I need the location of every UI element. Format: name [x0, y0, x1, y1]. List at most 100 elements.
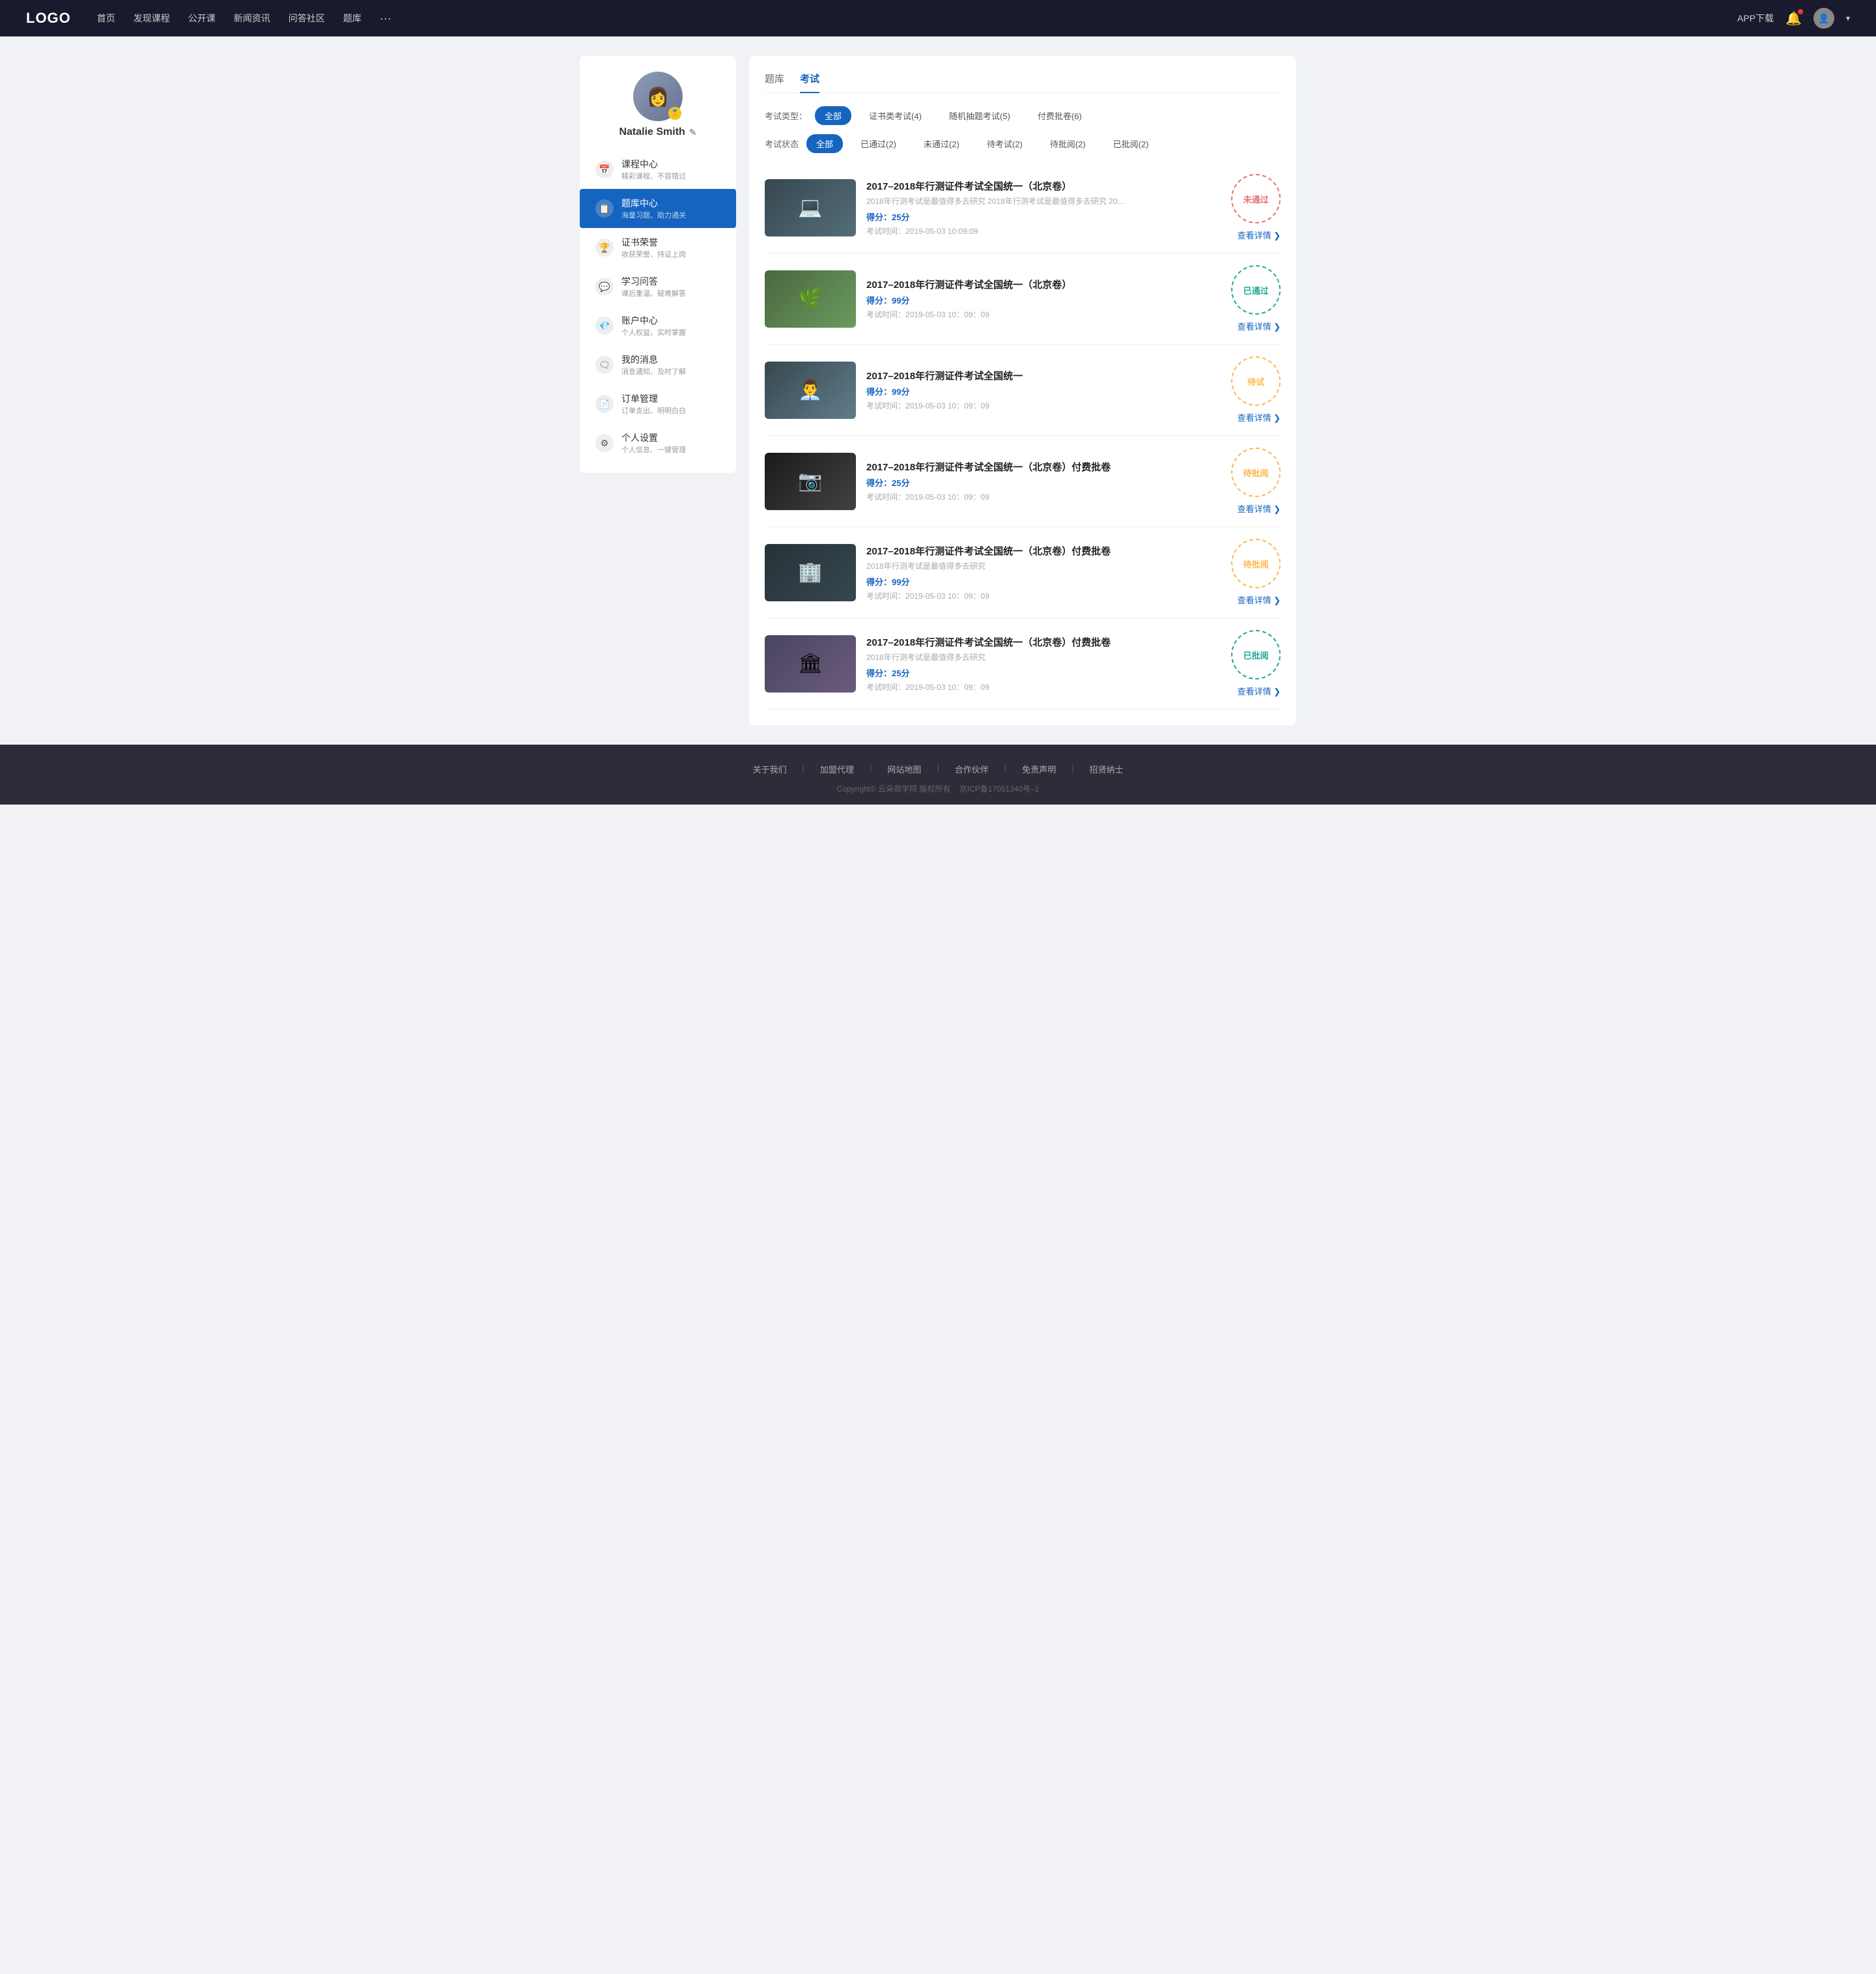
exam-status-badge-1: 未通过 [1231, 174, 1281, 223]
exam-right-4: 待批阅 查看详情 ❯ [1231, 448, 1281, 515]
filter-random-type[interactable]: 随机抽题考试(5) [939, 106, 1020, 125]
sidebar-item-certificate[interactable]: 🏆 证书荣誉 收获荣誉、持证上岗 [580, 228, 736, 267]
sidebar-item-questions-text: 题库中心 海量习题、助力通关 [621, 197, 686, 220]
nav-link-news[interactable]: 新闻资讯 [234, 12, 270, 25]
exam-time-3: 考试时间：2019-05-03 10：09：09 [866, 400, 1221, 411]
exam-status-badge-5: 待批阅 [1231, 539, 1281, 588]
chevron-down-icon[interactable]: ▾ [1846, 14, 1850, 23]
username-text: Natalie Smith [619, 126, 685, 138]
user-badge: 🏅 [668, 107, 681, 120]
exam-item-1: 💻 2017–2018年行测证件考试全国统一（北京卷） 2018年行测考试是最值… [765, 162, 1281, 253]
sidebar-item-certificate-label: 证书荣誉 [621, 236, 686, 249]
sidebar-item-account[interactable]: 💎 账户中心 个人权益、实时掌握 [580, 306, 736, 345]
main-layout: 👩 🏅 Natalie Smith ✎ 📅 课程中心 精彩课程、不容错过 📋 题… [580, 56, 1296, 725]
sidebar-item-settings-text: 个人设置 个人信息、一键管理 [621, 431, 686, 455]
sidebar-item-qa-text: 学习问答 课后重温、疑难解答 [621, 275, 686, 298]
tab-question-bank[interactable]: 题库 [765, 72, 784, 93]
sidebar-item-course[interactable]: 📅 课程中心 精彩课程、不容错过 [580, 150, 736, 189]
exam-info-3: 2017–2018年行测证件考试全国统一 得分：99分 考试时间：2019-05… [866, 369, 1221, 411]
sidebar-item-course-text: 课程中心 精彩课程、不容错过 [621, 158, 686, 181]
message-icon: 🗨 [595, 356, 614, 374]
sidebar-item-account-text: 账户中心 个人权益、实时掌握 [621, 314, 686, 337]
sidebar-item-qa[interactable]: 💬 学习问答 课后重温、疑难解答 [580, 267, 736, 306]
exam-status-label: 考试状态 [765, 137, 799, 150]
exam-right-3: 待试 查看详情 ❯ [1231, 356, 1281, 423]
sidebar-item-order[interactable]: 📄 订单管理 订单支出、明明白白 [580, 384, 736, 423]
bell-button[interactable]: 🔔 [1785, 10, 1802, 27]
sidebar-item-message[interactable]: 🗨 我的消息 消息通知、及时了解 [580, 345, 736, 384]
exam-view-btn-4[interactable]: 查看详情 ❯ [1237, 502, 1281, 515]
footer-about[interactable]: 关于我们 [752, 763, 786, 775]
sidebar-item-questions-label: 题库中心 [621, 197, 686, 210]
main-content: 题库 考试 考试类型： 全部 证书类考试(4) 随机抽题考试(5) 付费批卷(6… [749, 56, 1296, 725]
filter-passed-status[interactable]: 已通过(2) [851, 134, 906, 153]
nav-link-home[interactable]: 首页 [97, 12, 115, 25]
filter-certificate-type[interactable]: 证书类考试(4) [859, 106, 931, 125]
exam-score-4: 得分：25分 [866, 476, 1221, 489]
nav-right: APP下载 🔔 👤 ▾ [1737, 8, 1850, 29]
exam-view-btn-5[interactable]: 查看详情 ❯ [1237, 594, 1281, 606]
footer-partners[interactable]: 合作伙伴 [955, 763, 989, 775]
filter-paid-type[interactable]: 付费批卷(6) [1028, 106, 1092, 125]
exam-info-1: 2017–2018年行测证件考试全国统一（北京卷） 2018年行测考试是最值得多… [866, 179, 1221, 236]
exam-title-6: 2017–2018年行测证件考试全国统一（北京卷）付费批卷 [866, 635, 1221, 649]
exam-item-3: 👨‍💼 2017–2018年行测证件考试全国统一 得分：99分 考试时间：201… [765, 345, 1281, 436]
footer-links: 关于我们 | 加盟代理 | 网站地图 | 合作伙伴 | 免责声明 | 招贤纳士 [0, 763, 1876, 775]
sidebar-item-qa-sub: 课后重温、疑难解答 [621, 288, 686, 298]
footer-careers[interactable]: 招贤纳士 [1090, 763, 1124, 775]
filter-failed-status[interactable]: 未通过(2) [914, 134, 969, 153]
exam-right-6: 已批阅 查看详情 ❯ [1231, 630, 1281, 697]
footer-sitemap[interactable]: 网站地图 [887, 763, 921, 775]
exam-status-badge-4: 待批阅 [1231, 448, 1281, 497]
exam-thumb-img-5: 🏢 [765, 544, 856, 601]
exam-title-4: 2017–2018年行测证件考试全国统一（北京卷）付费批卷 [866, 460, 1221, 474]
exam-title-2: 2017–2018年行测证件考试全国统一（北京卷） [866, 278, 1221, 291]
exam-thumb-1: 💻 [765, 179, 856, 236]
exam-desc-5: 2018年行测考试是最值得多去研究 [866, 560, 1127, 571]
nav-link-open[interactable]: 公开课 [188, 12, 216, 25]
exam-view-btn-3[interactable]: 查看详情 ❯ [1237, 411, 1281, 423]
exam-score-1: 得分：25分 [866, 210, 1221, 223]
nav-link-questions[interactable]: 题库 [343, 12, 362, 25]
exam-thumb-3: 👨‍💼 [765, 362, 856, 419]
exam-status-filter: 考试状态 全部 已通过(2) 未通过(2) 待考试(2) 待批阅(2) 已批阅(… [765, 134, 1281, 153]
tab-exam[interactable]: 考试 [800, 72, 819, 93]
footer-disclaimer[interactable]: 免责声明 [1022, 763, 1056, 775]
edit-profile-icon[interactable]: ✎ [689, 127, 697, 138]
user-avatar[interactable]: 👤 [1813, 8, 1834, 29]
sidebar-item-order-label: 订单管理 [621, 392, 686, 405]
filter-reviewed-status[interactable]: 已批阅(2) [1103, 134, 1159, 153]
filter-all-type[interactable]: 全部 [815, 106, 851, 125]
exam-thumb-img-3: 👨‍💼 [765, 362, 856, 419]
exam-status-badge-6: 已批阅 [1231, 630, 1281, 679]
exam-view-btn-1[interactable]: 查看详情 ❯ [1237, 229, 1281, 241]
exam-view-btn-2[interactable]: 查看详情 ❯ [1237, 320, 1281, 332]
exam-item-2: 🌿 2017–2018年行测证件考试全国统一（北京卷） 得分：99分 考试时间：… [765, 253, 1281, 345]
nav-more[interactable]: ··· [380, 12, 391, 25]
filter-reviewing-status[interactable]: 待批阅(2) [1040, 134, 1096, 153]
sidebar-item-settings[interactable]: ⚙ 个人设置 个人信息、一键管理 [580, 423, 736, 463]
nav-link-discover[interactable]: 发现课程 [134, 12, 170, 25]
sidebar-item-order-sub: 订单支出、明明白白 [621, 405, 686, 416]
exam-desc-6: 2018年行测考试是最值得多去研究 [866, 651, 1127, 663]
exam-title-1: 2017–2018年行测证件考试全国统一（北京卷） [866, 179, 1221, 193]
exam-view-btn-6[interactable]: 查看详情 ❯ [1237, 685, 1281, 697]
nav-app-download[interactable]: APP下载 [1737, 12, 1774, 25]
exam-item-5: 🏢 2017–2018年行测证件考试全国统一（北京卷）付费批卷 2018年行测考… [765, 527, 1281, 618]
exam-status-badge-2: 已通过 [1231, 265, 1281, 315]
footer-copyright: Copyright© 云朵商学院 版权所有 京ICP备17051340号–1 [0, 783, 1876, 794]
nav-link-qa[interactable]: 问答社区 [289, 12, 325, 25]
sidebar-item-certificate-text: 证书荣誉 收获荣誉、持证上岗 [621, 236, 686, 259]
sidebar-item-settings-sub: 个人信息、一键管理 [621, 444, 686, 455]
sidebar-item-questions[interactable]: 📋 题库中心 海量习题、助力通关 [580, 189, 736, 228]
filter-all-status[interactable]: 全部 [806, 134, 843, 153]
footer-franchise[interactable]: 加盟代理 [820, 763, 854, 775]
exam-right-5: 待批阅 查看详情 ❯ [1231, 539, 1281, 606]
sidebar-item-message-sub: 消息通知、及时了解 [621, 366, 686, 377]
trophy-icon: 🏆 [595, 238, 614, 257]
sidebar-item-course-label: 课程中心 [621, 158, 686, 171]
filter-pending-status[interactable]: 待考试(2) [977, 134, 1032, 153]
navbar: LOGO 首页 发现课程 公开课 新闻资讯 问答社区 题库 ··· APP下载 … [0, 0, 1876, 36]
logo[interactable]: LOGO [26, 10, 71, 27]
sidebar-item-message-text: 我的消息 消息通知、及时了解 [621, 353, 686, 377]
